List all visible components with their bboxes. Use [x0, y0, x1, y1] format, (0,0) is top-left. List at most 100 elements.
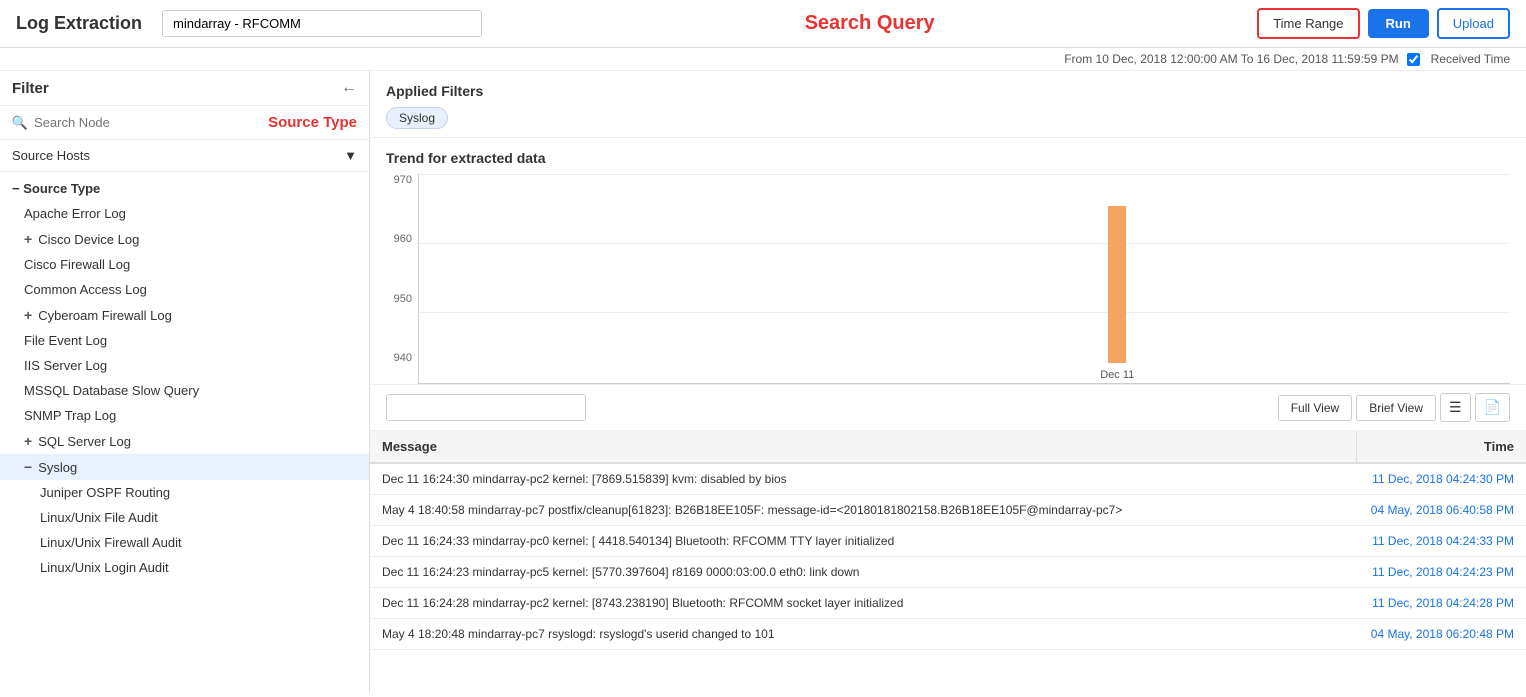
table-cell-message: Dec 11 16:24:33 mindarray-pc0 kernel: [ …	[370, 526, 1356, 557]
th-time: Time	[1356, 431, 1526, 463]
y-label-960: 960	[386, 233, 412, 245]
table-row: May 4 18:20:48 mindarray-pc7 rsyslogd: r…	[370, 619, 1526, 650]
chart-section: Trend for extracted data 970 960 950 940	[370, 138, 1526, 385]
time-range-button[interactable]: Time Range	[1257, 8, 1359, 39]
time-info-bar: From 10 Dec, 2018 12:00:00 AM To 16 Dec,…	[0, 48, 1526, 71]
cisco-firewall-log-label: Cisco Firewall Log	[24, 257, 130, 272]
iis-server-log-label: IIS Server Log	[24, 358, 107, 373]
applied-filters-section: Applied Filters Syslog	[370, 71, 1526, 138]
tree-item-apache-error-log[interactable]: Apache Error Log	[0, 201, 369, 226]
tree-item-cisco-firewall-log[interactable]: Cisco Firewall Log	[0, 252, 369, 277]
tree-item-iis-server-log[interactable]: IIS Server Log	[0, 353, 369, 378]
filter-badge[interactable]: Syslog	[386, 107, 448, 129]
search-node-input[interactable]	[34, 115, 262, 130]
expand-icon: +	[24, 307, 32, 323]
sidebar-close-button[interactable]: ←	[341, 79, 357, 97]
table-row: Dec 11 16:24:28 mindarray-pc2 kernel: [8…	[370, 588, 1526, 619]
table-row: Dec 11 16:24:30 mindarray-pc2 kernel: [7…	[370, 463, 1526, 495]
header: Log Extraction Search Query Time Range R…	[0, 0, 1526, 48]
chart-plot-area: Dec 11	[418, 174, 1510, 384]
tree-item-sql-server-log[interactable]: + SQL Server Log	[0, 428, 369, 454]
snmp-trap-log-label: SNMP Trap Log	[24, 408, 116, 423]
results-section: Full View Brief View ☰ 📄 Message Time De	[370, 385, 1526, 692]
tree-item-cisco-device-log[interactable]: + Cisco Device Log	[0, 226, 369, 252]
tree-item-syslog[interactable]: − Syslog	[0, 454, 369, 480]
dropdown-arrow-icon: ▼	[344, 148, 357, 163]
tree-item-mssql-slow-query[interactable]: MSSQL Database Slow Query	[0, 378, 369, 403]
sql-server-log-label: SQL Server Log	[38, 434, 131, 449]
table-header-row: Message Time	[370, 431, 1526, 463]
table-cell-message: Dec 11 16:24:23 mindarray-pc5 kernel: [5…	[370, 557, 1356, 588]
expand-icon: +	[24, 231, 32, 247]
search-query-label: Search Query	[482, 12, 1257, 35]
expand-icon: +	[24, 433, 32, 449]
gridline-top	[419, 174, 1510, 175]
chart-bar-dec11	[1108, 206, 1126, 363]
linux-unix-file-audit-label: Linux/Unix File Audit	[40, 510, 158, 525]
upload-button[interactable]: Upload	[1437, 8, 1510, 39]
search-input[interactable]	[162, 10, 482, 37]
full-view-button[interactable]: Full View	[1278, 395, 1352, 421]
table-cell-time: 11 Dec, 2018 04:24:23 PM	[1356, 557, 1526, 588]
chart-area: 970 960 950 940 Dec 11	[386, 174, 1510, 384]
export-icon-button[interactable]: 📄	[1475, 393, 1510, 422]
received-time-label: Received Time	[1431, 52, 1510, 66]
tree-item-linux-unix-login-audit[interactable]: Linux/Unix Login Audit	[0, 555, 369, 580]
tree-item-file-event-log[interactable]: File Event Log	[0, 328, 369, 353]
tree-item-juniper-ospf[interactable]: Juniper OSPF Routing	[0, 480, 369, 505]
search-node-container: 🔍 Source Type	[0, 106, 369, 140]
table-cell-message: Dec 11 16:24:28 mindarray-pc2 kernel: [8…	[370, 588, 1356, 619]
search-input-container	[162, 10, 482, 37]
apache-error-log-label: Apache Error Log	[24, 206, 126, 221]
sidebar-header: Filter ←	[0, 71, 369, 106]
y-label-940: 940	[386, 352, 412, 364]
th-message: Message	[370, 431, 1356, 463]
source-hosts-dropdown[interactable]: Source Hosts ▼	[0, 140, 369, 172]
results-table: Message Time Dec 11 16:24:30 mindarray-p…	[370, 431, 1526, 692]
y-label-950: 950	[386, 293, 412, 305]
tree-section: − Source Type Apache Error Log + Cisco D…	[0, 172, 369, 584]
table-row: Dec 11 16:24:23 mindarray-pc5 kernel: [5…	[370, 557, 1526, 588]
gridline-33	[419, 243, 1510, 244]
mssql-slow-query-label: MSSQL Database Slow Query	[24, 383, 199, 398]
syslog-label: Syslog	[38, 460, 77, 475]
table-cell-time: 04 May, 2018 06:20:48 PM	[1356, 619, 1526, 650]
filter-title: Filter	[12, 80, 49, 97]
source-hosts-label: Source Hosts	[12, 148, 90, 163]
brief-view-button[interactable]: Brief View	[1356, 395, 1436, 421]
search-icon: 🔍	[12, 115, 28, 131]
table-cell-message: May 4 18:20:48 mindarray-pc7 rsyslogd: r…	[370, 619, 1356, 650]
tree-item-common-access-log[interactable]: Common Access Log	[0, 277, 369, 302]
tree-item-linux-unix-firewall-audit[interactable]: Linux/Unix Firewall Audit	[0, 530, 369, 555]
cisco-device-log-label: Cisco Device Log	[38, 232, 139, 247]
source-type-label: Source Type	[268, 114, 357, 131]
app-title: Log Extraction	[16, 13, 142, 34]
y-label-970: 970	[386, 174, 412, 186]
results-toolbar: Full View Brief View ☰ 📄	[370, 385, 1526, 431]
main-content: Applied Filters Syslog Trend for extract…	[370, 71, 1526, 692]
table-cell-time: 11 Dec, 2018 04:24:28 PM	[1356, 588, 1526, 619]
chart-x-label-dec11: Dec 11	[1100, 369, 1134, 381]
main-layout: Filter ← 🔍 Source Type Source Hosts ▼ − …	[0, 71, 1526, 692]
file-event-log-label: File Event Log	[24, 333, 107, 348]
sidebar: Filter ← 🔍 Source Type Source Hosts ▼ − …	[0, 71, 370, 692]
source-type-header[interactable]: − Source Type	[0, 176, 369, 201]
tree-item-cyberoam-firewall-log[interactable]: + Cyberoam Firewall Log	[0, 302, 369, 328]
table-cell-time: 04 May, 2018 06:40:58 PM	[1356, 495, 1526, 526]
columns-icon-button[interactable]: ☰	[1440, 393, 1471, 422]
table-cell-message: May 4 18:40:58 mindarray-pc7 postfix/cle…	[370, 495, 1356, 526]
collapse-icon: −	[24, 459, 32, 475]
results-view-buttons: Full View Brief View ☰ 📄	[1278, 393, 1510, 422]
linux-unix-firewall-audit-label: Linux/Unix Firewall Audit	[40, 535, 182, 550]
run-button[interactable]: Run	[1368, 9, 1429, 38]
table-cell-time: 11 Dec, 2018 04:24:30 PM	[1356, 463, 1526, 495]
table-row: Dec 11 16:24:33 mindarray-pc0 kernel: [ …	[370, 526, 1526, 557]
gridline-66	[419, 312, 1510, 313]
results-search-input[interactable]	[386, 394, 586, 421]
tree-item-linux-unix-file-audit[interactable]: Linux/Unix File Audit	[0, 505, 369, 530]
chart-title: Trend for extracted data	[386, 150, 1510, 166]
received-time-checkbox[interactable]	[1407, 53, 1420, 66]
common-access-log-label: Common Access Log	[24, 282, 147, 297]
time-range-text: From 10 Dec, 2018 12:00:00 AM To 16 Dec,…	[1064, 52, 1398, 66]
tree-item-snmp-trap-log[interactable]: SNMP Trap Log	[0, 403, 369, 428]
